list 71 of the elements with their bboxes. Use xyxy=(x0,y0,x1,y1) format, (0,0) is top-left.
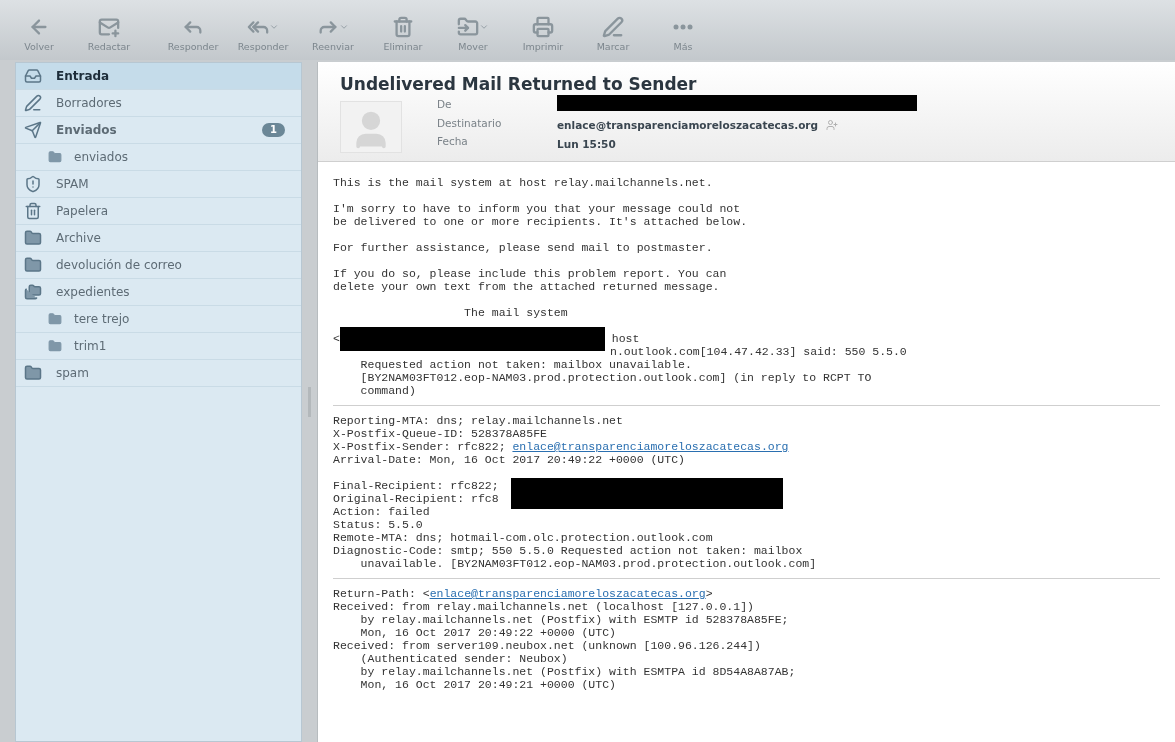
toolbar-button[interactable]: Marcar xyxy=(582,13,644,54)
email-link[interactable]: enlace@transparenciamoreloszacatecas.org xyxy=(512,440,789,453)
body-text: For further assistance, please send mail to postmaster. xyxy=(333,241,714,254)
body-text: Remote-MTA: dns; hotmail-com.olc.protection.outlook.com xyxy=(333,531,714,544)
inbox-icon xyxy=(24,67,42,85)
trash-icon xyxy=(24,202,42,220)
field-label: De xyxy=(437,97,453,112)
field-value: Lun 15:50 xyxy=(557,136,616,151)
body-text: X-Postfix-Queue-ID: 528378A85FE xyxy=(333,427,548,440)
folder-item[interactable]: Entrada xyxy=(16,63,301,90)
folders-icon xyxy=(24,283,42,301)
folder-icon xyxy=(48,312,62,326)
body-text: I'm sorry to have to inform you that your message could not xyxy=(333,202,742,215)
body-text: Mon, 16 Oct 2017 20:49:21 +0000 (UTC) xyxy=(359,678,617,691)
body-text: host xyxy=(610,332,640,345)
body-text: Diagnostic-Code: smtp; 550 5.5.0 Requested action not taken: mailbox xyxy=(333,544,804,557)
body-text: > xyxy=(705,587,713,600)
body-text: Requested action not taken: mailbox unavailable. xyxy=(359,358,693,371)
field-label: Destinatario xyxy=(437,115,503,131)
body-text: < xyxy=(333,332,340,345)
field-value: enlace@transparenciamoreloszacatecas.org xyxy=(557,118,819,132)
body-text: be delivered to one or more recipients. It's attached below. xyxy=(333,215,749,228)
pen-icon xyxy=(24,94,42,112)
body-text: by relay.mailchannels.net (Postfix) with ESMTPA id 8D54A8A87AB; xyxy=(359,665,797,678)
folder-arrow-icon xyxy=(457,15,479,38)
body-text: Final-Recipient: rfc822; xyxy=(333,479,500,492)
body-text: command) xyxy=(359,384,417,397)
body-text: This is the mail system at host relay.mailchannels.net. xyxy=(333,176,714,189)
toolbar-button[interactable]: Reenviar xyxy=(302,13,364,54)
pen-icon xyxy=(602,15,624,38)
body-text: X-Postfix-Sender: rfc822; xyxy=(333,440,507,453)
body-text: Received: from relay.mailchannels.net (localhost [127.0.0.1]) xyxy=(333,600,755,613)
folder-icon xyxy=(48,150,62,164)
field-label: Fecha xyxy=(437,134,469,150)
message-subject: Undelivered Mail Returned to Sender xyxy=(340,74,698,94)
toolbar-button[interactable]: Eliminar xyxy=(372,13,434,54)
toolbar-button[interactable]: Mover xyxy=(442,13,504,54)
toolbar-button[interactable]: Responder xyxy=(232,13,294,54)
toolbar-button[interactable]: Más xyxy=(652,13,714,54)
body-text: The mail system xyxy=(463,306,569,319)
body-text: [BY2NAM03FT012.eop-NAM03.prod.protection.outlook.com] (in reply to RCPT TO xyxy=(359,371,873,384)
body-text: unavailable. [BY2NAM03FT012.eop-NAM03.prod.protection.outlook.com] xyxy=(359,557,818,570)
body-text: (Authenticated sender: Neubox) xyxy=(359,652,569,665)
body-text: Status: 5.5.0 xyxy=(333,518,424,531)
body-text: If you do so, please include this problem report. You can xyxy=(333,267,728,280)
trash-icon xyxy=(392,15,414,38)
toolbar-button[interactable]: Volver xyxy=(8,13,70,54)
add-contact-icon[interactable] xyxy=(826,119,839,131)
toolbar-button[interactable]: Imprimir xyxy=(512,13,574,54)
folder-icon xyxy=(24,229,42,247)
body-text: Mon, 16 Oct 2017 20:49:22 +0000 (UTC) xyxy=(359,626,617,639)
unread-count: 1 xyxy=(262,123,285,137)
body-text: Reporting-MTA: dns; relay.mailchannels.net xyxy=(333,414,624,427)
body-text: delete your own text from the attached returned message. xyxy=(333,280,721,293)
folder-icon xyxy=(24,256,42,274)
body-text: by relay.mailchannels.net (Postfix) with ESMTP id 528378A85FE; xyxy=(359,613,790,626)
printer-icon xyxy=(532,15,554,38)
body-text: Arrival-Date: Mon, 16 Oct 2017 20:49:22 +0000 (UTC) xyxy=(333,453,686,466)
body-text: Action: failed xyxy=(333,505,431,518)
more-icon xyxy=(673,23,693,30)
folder-icon xyxy=(24,364,42,382)
body-text: Received: from server109.neubox.net (unknown [100.96.126.244]) xyxy=(333,639,762,652)
toolbar-button[interactable]: Responder xyxy=(162,13,224,54)
folder-icon xyxy=(48,339,62,353)
shield-icon xyxy=(24,175,42,193)
body-text: Return-Path: < xyxy=(333,587,430,600)
body-text: Original-Recipient: rfc8 xyxy=(333,492,500,505)
toolbar-button[interactable]: Redactar xyxy=(78,13,140,54)
send-icon xyxy=(24,121,42,139)
email-link[interactable]: enlace@transparenciamoreloszacatecas.org xyxy=(429,587,706,600)
body-text: n.outlook.com[104.47.42.33] said: 550 5.5.0 xyxy=(610,345,907,358)
